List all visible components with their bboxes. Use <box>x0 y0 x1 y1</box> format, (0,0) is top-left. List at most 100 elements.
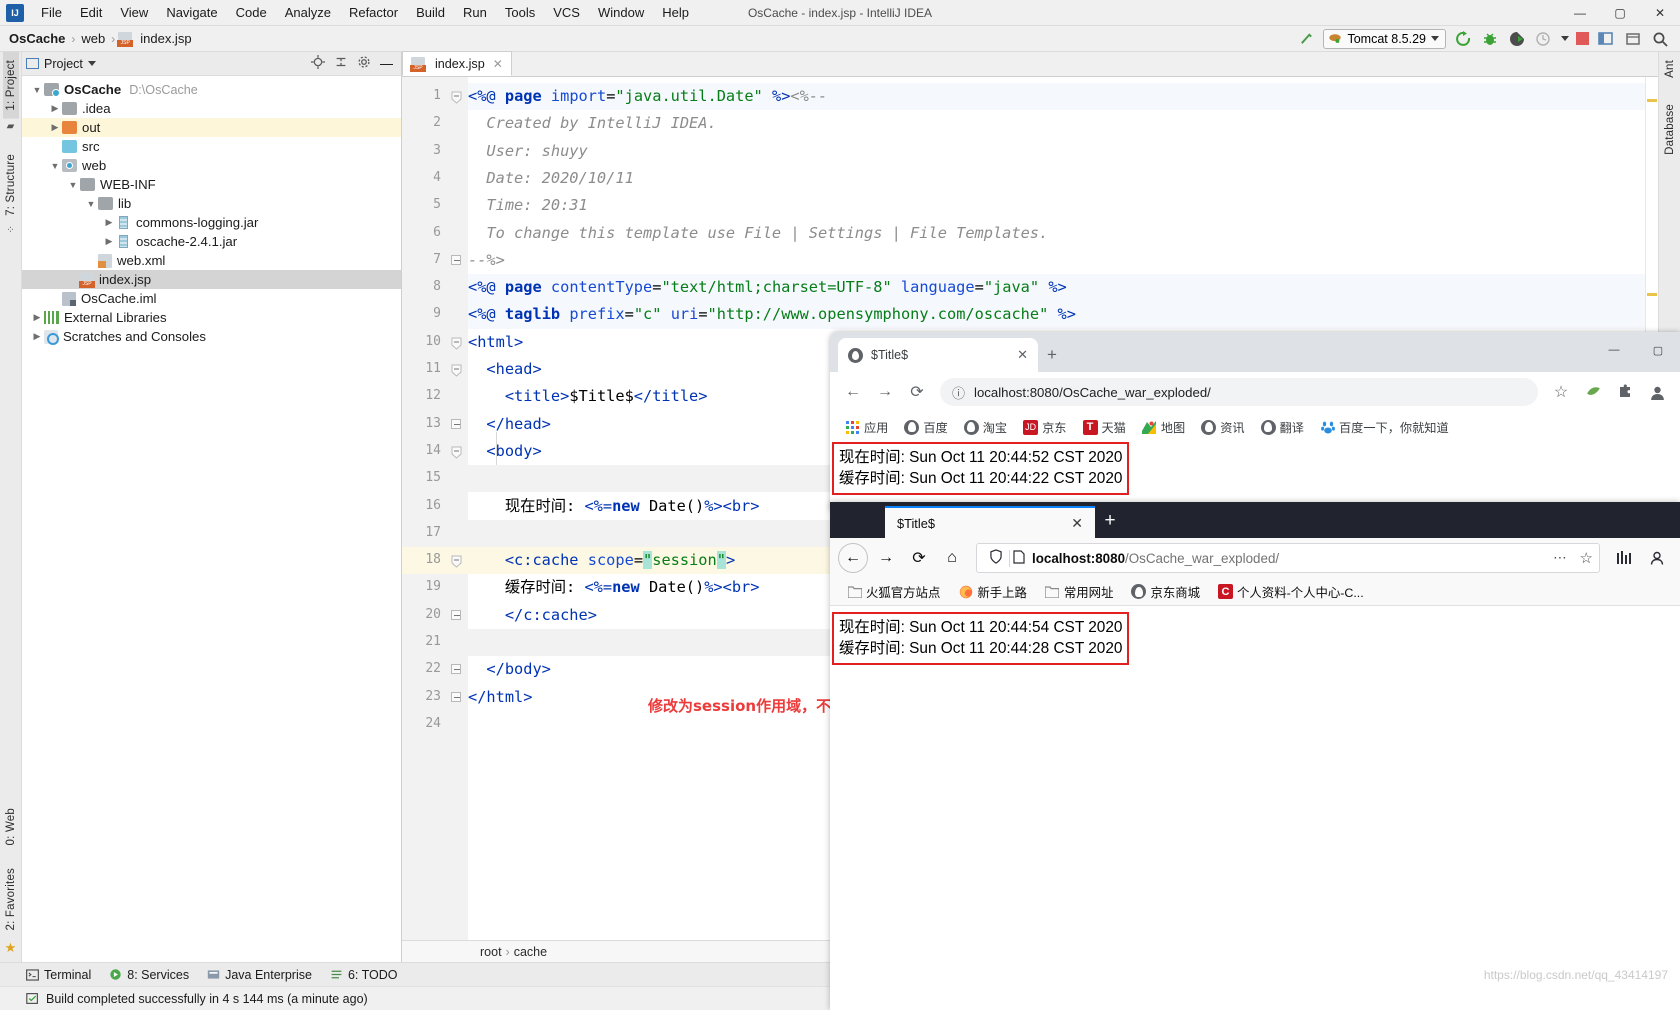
search-icon[interactable] <box>1650 29 1670 49</box>
tree-item-web-xml[interactable]: web.xml <box>22 251 401 270</box>
run-coverage-icon[interactable] <box>1507 29 1527 49</box>
menu-help[interactable]: Help <box>653 3 698 22</box>
forward-button[interactable]: → <box>871 543 901 573</box>
profile-chevron-down-icon[interactable] <box>1561 36 1569 41</box>
fold-collapse-icon[interactable] <box>451 91 462 104</box>
project-tree[interactable]: ▼ OsCache D:\OsCache ▶ .idea ▶ out src ▼ web ▼ WEB-… <box>22 76 401 346</box>
back-button[interactable]: ← <box>838 543 868 573</box>
chrome-bookmarks-bar[interactable]: 应用 百度 淘宝 JD 京东 T 天猫 地图 资讯 翻译 百度一下，你就知道 <box>830 412 1680 442</box>
editor-breadcrumb-root[interactable]: root <box>480 945 502 959</box>
bookmark-star-icon[interactable]: ☆ <box>1546 377 1576 407</box>
breadcrumb-folder[interactable]: web <box>78 30 108 47</box>
code-line-3[interactable]: User: shuyy <box>468 138 587 165</box>
code-line-22[interactable]: </body> <box>468 656 550 683</box>
extensions-puzzle-icon[interactable] <box>1610 377 1640 407</box>
menu-build[interactable]: Build <box>407 3 454 22</box>
close-button[interactable]: ✕ <box>1640 0 1680 26</box>
code-line-16[interactable]: 现在时间: <%=new Date()%><br> <box>468 493 760 520</box>
warning-marker[interactable] <box>1647 99 1657 102</box>
bookmark-apps-grid[interactable]: 应用 <box>840 416 893 438</box>
library-icon[interactable] <box>1609 543 1639 573</box>
chevron-right-icon[interactable]: ▶ <box>102 217 116 228</box>
close-icon[interactable]: ✕ <box>1017 347 1028 363</box>
forward-button[interactable]: → <box>870 377 900 407</box>
bookmark-csdn[interactable]: C 个人资料-个人中心-C... <box>1213 581 1369 603</box>
fold-collapse-icon[interactable] <box>451 555 462 568</box>
reload-button[interactable]: ⟳ <box>904 543 934 573</box>
site-info-icon[interactable]: ⓘ <box>952 383 965 402</box>
code-line-2[interactable]: Created by IntelliJ IDEA. <box>468 110 716 137</box>
code-line-7[interactable]: --%> <box>468 247 505 274</box>
tool-todo[interactable]: 6: TODO <box>330 968 398 982</box>
reload-button[interactable]: ⟳ <box>902 377 932 407</box>
rail-tab-structure[interactable]: 7: Structure <box>3 146 19 224</box>
menu-refactor[interactable]: Refactor <box>340 3 407 22</box>
line-number-gutter[interactable]: 1 2 3 4 5 6 7 8 9 10 11 12 13 14 15 16 17 18 19 20 21 22 23 24 <box>402 77 468 940</box>
tree-item-out[interactable]: ▶ out <box>22 118 401 137</box>
tree-item-oscache-iml[interactable]: OsCache.iml <box>22 289 401 308</box>
fold-collapse-icon[interactable] <box>451 446 462 459</box>
menu-edit[interactable]: Edit <box>71 3 111 22</box>
chevron-right-icon[interactable]: ▶ <box>48 103 62 114</box>
rail-tab-ant[interactable]: Ant <box>1662 52 1678 86</box>
tree-item-lib[interactable]: ▼ lib <box>22 194 401 213</box>
code-line-13[interactable]: </head> <box>468 411 550 438</box>
profile-avatar-icon[interactable] <box>1642 377 1672 407</box>
rail-tab-favorites[interactable]: 2: Favorites <box>3 860 19 938</box>
firefox-address-bar[interactable]: localhost:8080/OsCache_war_exploded/ ⋯ ☆ <box>976 543 1600 573</box>
code-line-9[interactable]: <%@ taglib prefix="c" uri="http://www.op… <box>468 301 1076 328</box>
tree-item-scratches-and-consoles[interactable]: ▶ Scratches and Consoles <box>22 327 401 346</box>
code-line-14[interactable]: <body> <box>468 438 541 465</box>
bookmark-map[interactable]: 地图 <box>1137 416 1190 438</box>
menu-tools[interactable]: Tools <box>496 3 544 22</box>
run-configuration-selector[interactable]: Tomcat 8.5.29 <box>1323 28 1446 49</box>
tree-item-external-libraries[interactable]: ▶ External Libraries <box>22 308 401 327</box>
tree-item--idea[interactable]: ▶ .idea <box>22 99 401 118</box>
menu-vcs[interactable]: VCS <box>544 3 589 22</box>
bookmark-globe[interactable]: 百度 <box>899 416 952 438</box>
tree-item-web-inf[interactable]: ▼ WEB-INF <box>22 175 401 194</box>
locate-target-icon[interactable] <box>311 55 325 72</box>
code-line-20[interactable]: </c:cache> <box>468 602 597 629</box>
bookmark-tmall[interactable]: T 天猫 <box>1078 416 1131 438</box>
shield-icon[interactable] <box>983 549 1009 567</box>
chrome-minimize-button[interactable]: — <box>1592 336 1636 364</box>
tool-terminal[interactable]: Terminal <box>26 968 91 982</box>
rail-tab-web[interactable]: 0: Web <box>3 800 19 853</box>
rail-tab-database[interactable]: Database <box>1662 96 1678 163</box>
chevron-down-icon[interactable]: ▼ <box>66 180 80 190</box>
code-line-11[interactable]: <head> <box>468 356 541 383</box>
tree-item-web[interactable]: ▼ web <box>22 156 401 175</box>
maximize-button[interactable]: ▢ <box>1600 0 1640 26</box>
chevron-right-icon[interactable]: ▶ <box>48 122 62 133</box>
fold-end-icon[interactable] <box>451 664 462 675</box>
tool-java-enterprise[interactable]: Java Enterprise <box>207 968 312 982</box>
chevron-down-icon[interactable]: ▼ <box>30 85 44 95</box>
fold-end-icon[interactable] <box>451 691 462 703</box>
chrome-tab[interactable]: $Title$ ✕ <box>838 338 1038 372</box>
firefox-tab[interactable]: $Title$ ✕ <box>885 506 1095 538</box>
chevron-down-icon[interactable]: ▼ <box>84 199 98 209</box>
code-line-19[interactable]: 缓存时间: <%=new Date()%><br> <box>468 574 760 601</box>
tree-item-oscache-2-4-1-jar[interactable]: ▶ oscache-2.4.1.jar <box>22 232 401 251</box>
firefox-new-tab-button[interactable]: + <box>1095 506 1125 536</box>
breadcrumb-project[interactable]: OsCache <box>6 30 68 47</box>
menu-analyze[interactable]: Analyze <box>276 3 340 22</box>
stop-icon[interactable] <box>1576 32 1589 45</box>
bookmark-baidu-paw[interactable]: 百度一下，你就知道 <box>1315 416 1454 438</box>
tree-item-oscache[interactable]: ▼ OsCache D:\OsCache <box>22 80 401 99</box>
code-line-12[interactable]: <title>$Title$</title> <box>468 383 708 410</box>
fold-end-icon[interactable] <box>451 418 462 430</box>
code-line-6[interactable]: To change this template use File | Setti… <box>468 220 1048 247</box>
home-button[interactable]: ⌂ <box>937 543 967 573</box>
code-line-23[interactable]: </html> <box>468 684 532 711</box>
bookmark-jd[interactable]: JD 京东 <box>1018 416 1071 438</box>
address-bar[interactable]: ⓘ localhost:8080/OsCache_war_exploded/ <box>940 378 1538 406</box>
tree-item-src[interactable]: src <box>22 137 401 156</box>
project-view-chevron-down-icon[interactable] <box>87 61 96 66</box>
chevron-right-icon[interactable]: ▶ <box>30 312 44 323</box>
tree-item-commons-logging-jar[interactable]: ▶ commons-logging.jar <box>22 213 401 232</box>
chevron-right-icon[interactable]: ▶ <box>102 236 116 247</box>
new-tab-button[interactable]: + <box>1038 341 1066 369</box>
fold-end-icon[interactable] <box>451 609 462 621</box>
